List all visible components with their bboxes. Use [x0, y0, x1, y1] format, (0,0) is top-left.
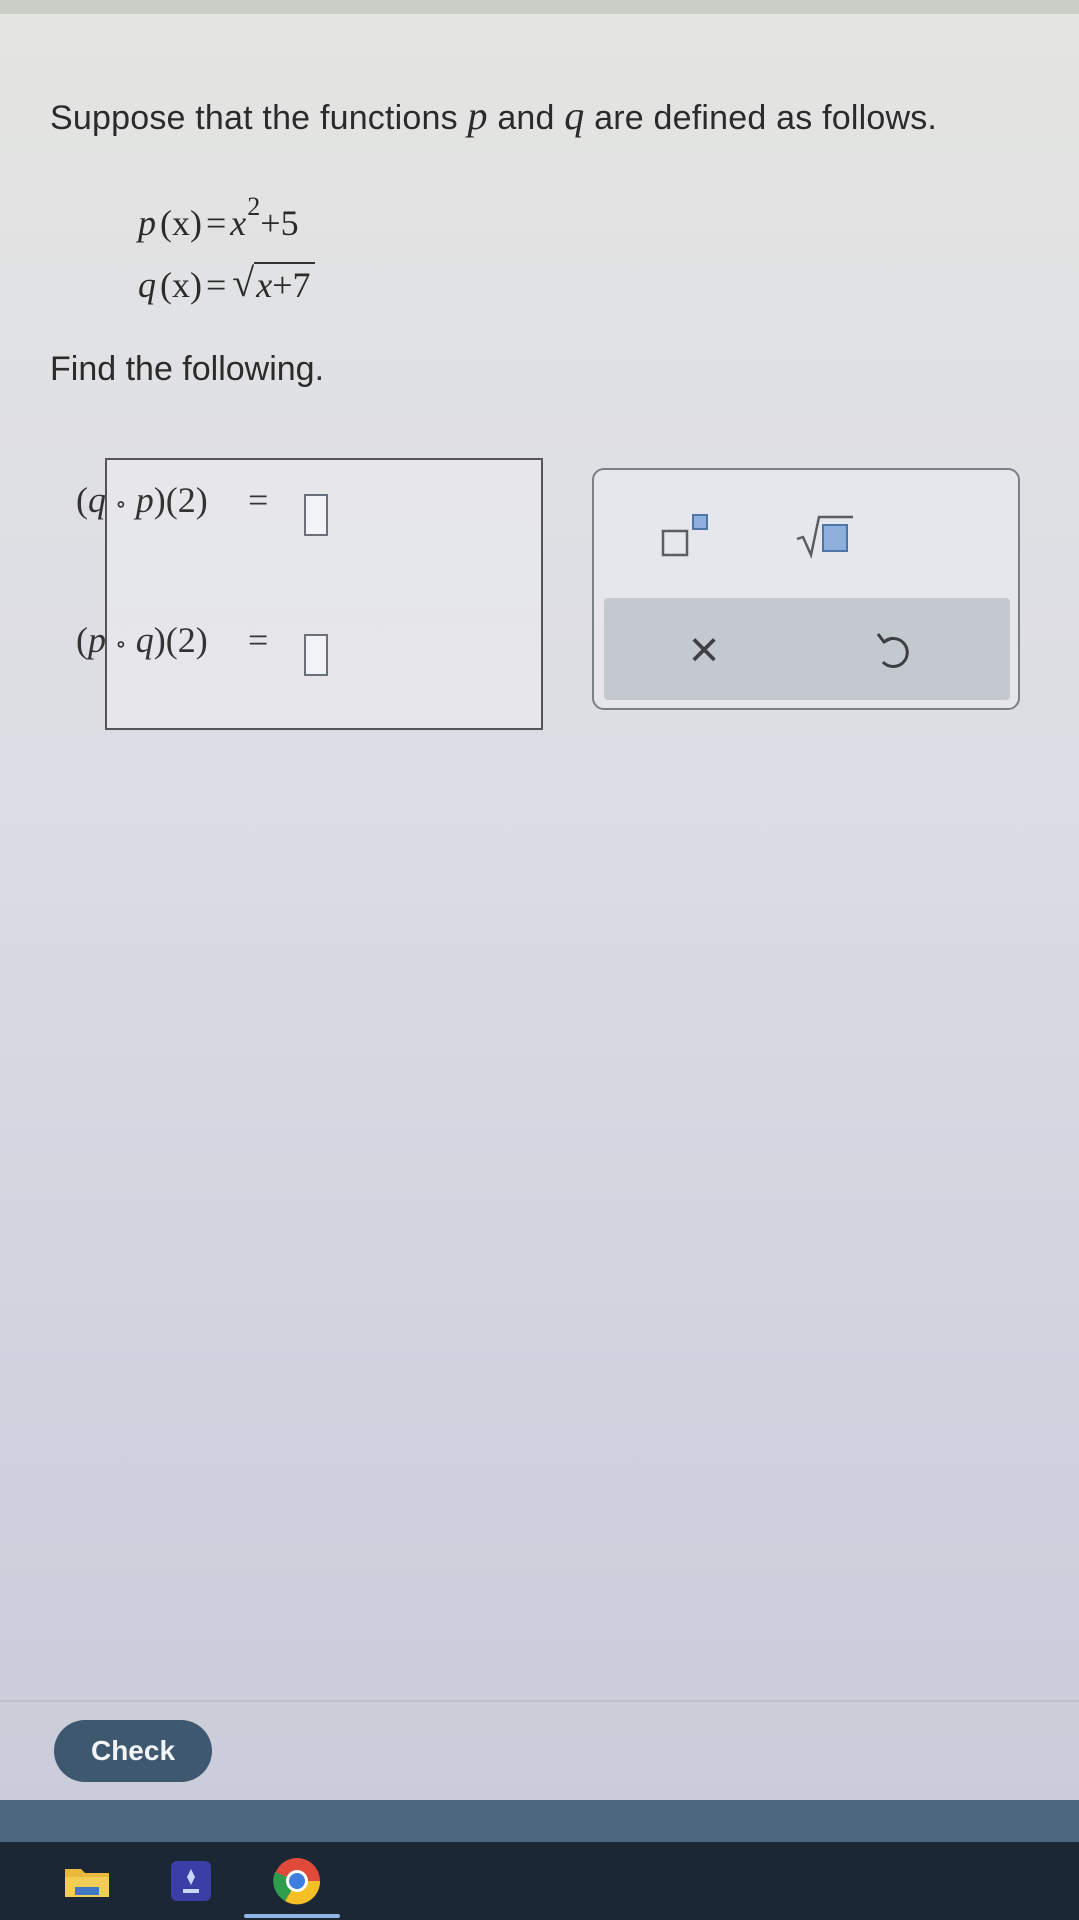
superscript-button[interactable] — [644, 500, 734, 570]
p-base: x — [230, 203, 247, 243]
prompt-var-p: p — [467, 93, 488, 138]
p-tail: +5 — [260, 203, 299, 243]
outer-fn: p — [88, 620, 106, 660]
definition-p: p (x) = x 2 +5 — [138, 182, 315, 244]
file-explorer-button[interactable] — [60, 1854, 114, 1908]
outer-fn: q — [88, 480, 106, 520]
prompt-var-q: q — [564, 93, 585, 138]
definition-q: q (x) = √ x+7 — [138, 244, 315, 306]
footer-divider — [0, 1700, 1079, 1702]
instruction-text: Find the following. — [50, 350, 325, 388]
square-root-template-icon — [796, 515, 853, 560]
top-strip — [0, 0, 1079, 14]
p-arg: (x) — [160, 203, 202, 243]
compose-symbol: ∘ — [115, 632, 127, 658]
math-tool-panel: × — [592, 468, 1020, 710]
chrome-button[interactable] — [270, 1854, 324, 1908]
sqrt-button[interactable] — [780, 500, 870, 570]
argument: (2) — [165, 480, 208, 520]
equals-sign: = — [248, 480, 269, 520]
undo-icon — [876, 633, 909, 668]
argument: (2) — [165, 620, 208, 660]
compose-symbol: ∘ — [115, 492, 127, 518]
chrome-icon — [273, 1858, 321, 1905]
active-app-indicator — [244, 1914, 340, 1918]
expression-p-of-q: (p ∘ q)(2) — [76, 620, 208, 660]
inner-fn: p — [135, 480, 154, 520]
q-equals: = — [205, 265, 227, 305]
answer-input-p-of-q[interactable] — [304, 634, 328, 676]
check-button[interactable]: Check — [54, 1720, 212, 1782]
answer-input-q-of-p[interactable] — [304, 494, 328, 536]
prompt-text-3: are defined as follows. — [584, 99, 938, 137]
inner-fn: q — [135, 620, 154, 660]
superscript-template-icon — [661, 514, 708, 557]
undo-button[interactable] — [844, 610, 944, 690]
expression-q-of-p: (q ∘ p)(2) — [76, 480, 208, 520]
prompt-text-1: Suppose that the functions — [50, 99, 468, 137]
sqrt-symbol: √ — [232, 260, 255, 305]
app-button[interactable] — [164, 1854, 218, 1908]
q-arg: (x) — [160, 265, 202, 305]
close-icon: × — [688, 621, 720, 679]
equals-sign: = — [248, 620, 269, 660]
clear-button[interactable]: × — [654, 610, 754, 690]
p-exponent: 2 — [247, 192, 261, 221]
taskbar — [0, 1842, 1079, 1920]
q-radicand: x+7 — [254, 262, 315, 306]
prompt-text-2: and — [487, 99, 565, 137]
q-name: q — [138, 265, 156, 305]
function-definitions: p (x) = x 2 +5 q (x) = √ x+7 — [138, 182, 315, 306]
p-name: p — [138, 203, 156, 243]
footer-band — [0, 1800, 1079, 1842]
p-equals: = — [205, 203, 227, 243]
app-icon — [171, 1861, 211, 1901]
problem-statement: Suppose that the functions p and q are d… — [50, 92, 937, 139]
q-radicand-var: x — [256, 265, 273, 305]
folder-icon — [65, 1869, 109, 1897]
q-radicand-rest: +7 — [272, 265, 311, 305]
